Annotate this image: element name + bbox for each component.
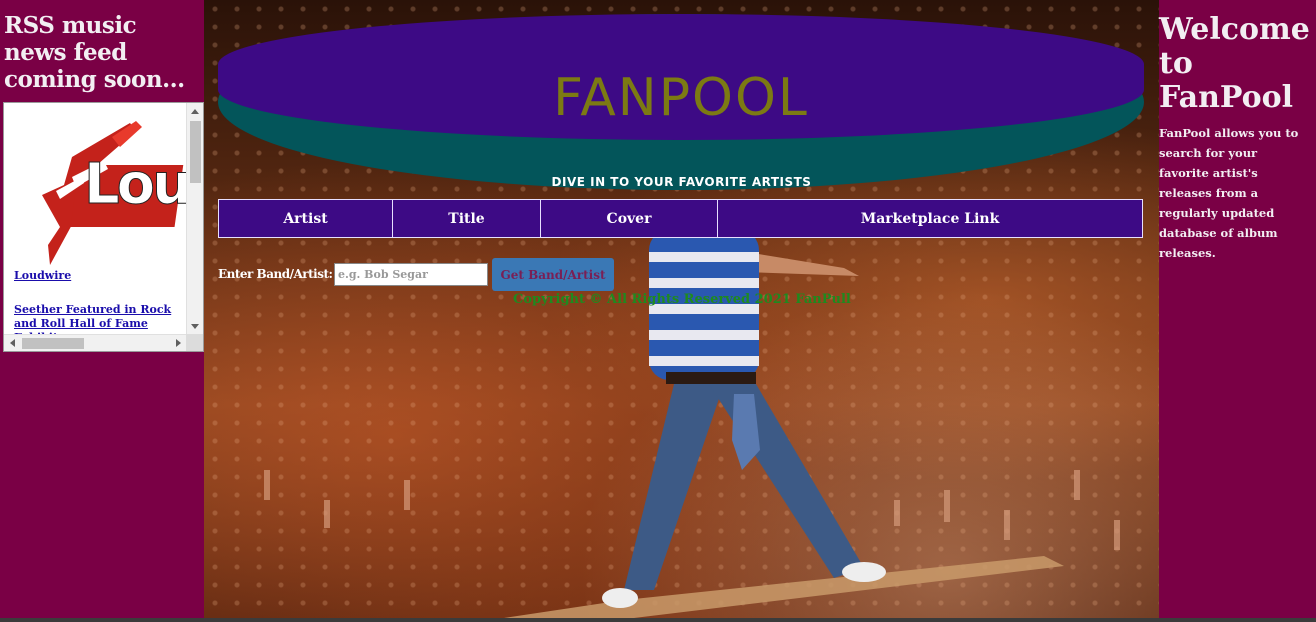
column-header-title: Title <box>392 199 541 238</box>
column-header-marketplace-link: Marketplace Link <box>717 199 1143 238</box>
scroll-up-icon[interactable] <box>191 109 199 114</box>
rss-link-article[interactable]: Seether Featured in Rock and Roll Hall o… <box>14 303 174 335</box>
rss-heading: RSS music news feed coming soon... <box>4 12 185 93</box>
scrollbar-corner <box>186 334 203 351</box>
copyright-text: Copyright © All Rights Reserved 2021 Fan… <box>513 292 851 307</box>
scroll-right-icon[interactable] <box>176 339 181 347</box>
tagline-container: DIVE IN TO YOUR FAVORITE ARTISTS <box>204 171 1159 190</box>
get-band-artist-button[interactable]: Get Band/Artist <box>492 258 614 291</box>
search-label: Enter Band/Artist: <box>218 267 333 281</box>
right-sidebar: Welcome to FanPool FanPool allows you to… <box>1159 0 1316 622</box>
site-logo: FANPOOL <box>553 68 809 128</box>
site-header: FANPOOL <box>218 14 1144 190</box>
rss-feed-frame[interactable]: Lou Loudwire Seether Featured in Rock an… <box>3 102 204 352</box>
table-header-row: Artist Title Cover Marketplace Link <box>218 199 1143 238</box>
column-header-artist: Artist <box>218 199 393 238</box>
column-header-cover: Cover <box>540 199 718 238</box>
site-tagline: DIVE IN TO YOUR FAVORITE ARTISTS <box>551 175 812 189</box>
horizontal-scrollbar[interactable] <box>4 334 187 351</box>
vertical-scroll-thumb[interactable] <box>190 121 201 183</box>
scroll-left-icon[interactable] <box>10 339 15 347</box>
rss-link-loudwire[interactable]: Loudwire <box>14 269 71 283</box>
left-sidebar: RSS music news feed coming soon... Lou L… <box>0 0 204 622</box>
artist-search-input[interactable] <box>334 263 488 286</box>
rss-logo-text: Lou <box>83 152 187 217</box>
main-content: FANPOOL DIVE IN TO YOUR FAVORITE ARTISTS… <box>204 0 1159 622</box>
results-table: Artist Title Cover Marketplace Link <box>218 199 1143 238</box>
window-bottom-edge <box>0 618 1316 622</box>
horizontal-scroll-thumb[interactable] <box>22 338 84 349</box>
scroll-down-icon[interactable] <box>191 324 199 329</box>
vertical-scrollbar[interactable] <box>186 103 203 335</box>
welcome-heading: Welcome to FanPool <box>1159 12 1310 115</box>
welcome-description: FanPool allows you to search for your fa… <box>1159 126 1299 260</box>
rss-feed-content: Lou Loudwire Seether Featured in Rock an… <box>4 103 187 335</box>
